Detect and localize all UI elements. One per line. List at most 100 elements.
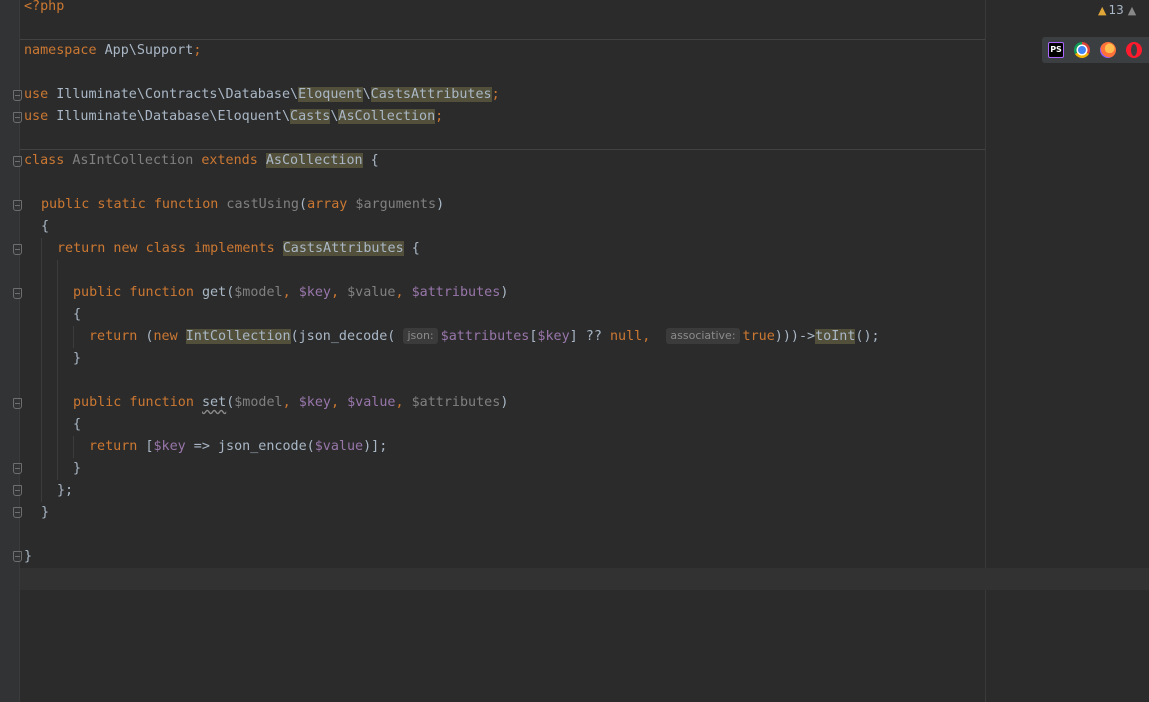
use-separator: \ — [362, 87, 371, 102]
opera-icon[interactable] — [1126, 42, 1142, 58]
code-line[interactable]: return [$key => json_encode($value)]; — [89, 436, 387, 458]
function-call: json_decode( — [298, 329, 396, 344]
weak-warning-icon: ▲ — [1127, 4, 1137, 17]
brace: } — [73, 461, 82, 476]
fold-marker[interactable] — [13, 288, 22, 299]
method-modifiers: public function — [73, 285, 194, 300]
param: $model — [234, 395, 283, 410]
warning-count: 13 — [1108, 3, 1124, 17]
return-keyword: return — [89, 439, 138, 454]
variable: $attributes — [440, 329, 530, 344]
use-keyword: use — [24, 87, 49, 102]
operator: ] ?? — [569, 329, 610, 344]
fold-marker[interactable] — [13, 244, 22, 255]
fold-marker[interactable] — [13, 112, 22, 123]
class-reference: IntCollection — [185, 329, 291, 344]
parent-class: AsCollection — [265, 153, 363, 168]
fold-marker[interactable] — [13, 463, 22, 474]
type-hint: array — [307, 197, 348, 212]
return-keywords: return new class implements — [57, 241, 275, 256]
php-open-tag: <?php — [24, 0, 65, 14]
paren: ) — [436, 197, 445, 212]
fold-marker[interactable] — [13, 200, 22, 211]
code-line[interactable]: { — [73, 414, 81, 436]
fold-marker[interactable] — [13, 507, 22, 518]
param: $model — [234, 285, 283, 300]
code-line[interactable]: } — [73, 458, 81, 480]
warning-icon: ▲ — [1098, 4, 1107, 17]
parameter-hint: json: — [403, 328, 438, 344]
code-line[interactable]: return (new IntCollection(json_decode( j… — [89, 326, 880, 348]
fold-marker[interactable] — [13, 90, 22, 101]
param: $key — [298, 285, 331, 300]
code-line[interactable]: } — [41, 502, 49, 524]
method-call: toInt — [815, 329, 856, 344]
call-end: )]; — [363, 439, 388, 454]
indent-guide — [41, 238, 42, 502]
code-line[interactable]: }; — [57, 480, 73, 502]
function-call: => json_encode( — [185, 439, 315, 454]
brace: { — [73, 307, 82, 322]
code-line[interactable]: public function set($model, $key, $value… — [73, 392, 508, 414]
fold-marker[interactable] — [13, 398, 22, 409]
code-line[interactable]: use Illuminate\Database\Eloquent\Casts\A… — [24, 106, 443, 128]
right-margin-guide — [985, 0, 986, 702]
null-literal: null — [609, 329, 643, 344]
call-end: (); — [855, 329, 880, 344]
method-modifiers: public static function — [41, 197, 219, 212]
brace: } — [41, 505, 50, 520]
highlighted-identifier: Eloquent — [298, 87, 363, 102]
namespace-keyword: namespace — [24, 43, 97, 58]
param: $value — [347, 285, 396, 300]
param: $attributes — [411, 285, 501, 300]
class-keyword: class — [24, 153, 65, 168]
inspection-widget[interactable]: ▲ 13 ▲ — [1098, 0, 1136, 20]
use-path: Illuminate\Contracts\Database\ — [48, 87, 299, 102]
code-line[interactable]: return new class implements CastsAttribu… — [57, 238, 420, 260]
indent-guide — [73, 436, 74, 458]
method-name: get — [193, 285, 227, 300]
editor-gutter — [0, 0, 20, 702]
bracket: [ — [137, 439, 154, 454]
variable: $value — [314, 439, 364, 454]
code-line[interactable]: <?php — [24, 0, 64, 18]
code-line[interactable]: { — [41, 216, 49, 238]
code-line[interactable]: public static function castUsing(array $… — [41, 194, 444, 216]
fold-marker[interactable] — [13, 485, 22, 496]
namespace-name: App\Support — [96, 43, 194, 58]
param: $key — [298, 395, 331, 410]
fold-marker[interactable] — [13, 551, 22, 562]
class-name: AsIntCollection — [64, 153, 202, 168]
semicolon: ; — [491, 87, 500, 102]
param: $attributes — [411, 395, 501, 410]
method-name: set — [202, 395, 227, 410]
code-line[interactable]: } — [24, 546, 32, 568]
indent-guide — [73, 326, 74, 348]
variable: $key — [153, 439, 186, 454]
caret-row-highlight — [20, 568, 1149, 590]
extends-keyword: extends — [201, 153, 258, 168]
fold-marker[interactable] — [13, 156, 22, 167]
brace: } — [24, 549, 33, 564]
code-line[interactable]: } — [73, 348, 81, 370]
chrome-icon[interactable] — [1074, 42, 1090, 58]
highlighted-identifier: Casts — [290, 109, 331, 124]
phpstorm-icon[interactable]: PS — [1048, 42, 1064, 58]
brace: { — [73, 417, 82, 432]
highlighted-identifier: AsCollection — [338, 109, 436, 124]
param: $arguments — [347, 197, 437, 212]
operator: )))-> — [774, 329, 816, 344]
brace: { — [41, 219, 50, 234]
interface-name: CastsAttributes — [282, 241, 404, 256]
brace: { — [362, 153, 379, 168]
code-line[interactable]: { — [73, 304, 81, 326]
variable: $key — [537, 329, 570, 344]
return-keyword: return — [89, 329, 138, 344]
firefox-icon[interactable] — [1100, 42, 1116, 58]
code-line[interactable]: public function get($model, $key, $value… — [73, 282, 508, 304]
semicolon: ; — [193, 43, 202, 58]
code-line[interactable]: use Illuminate\Contracts\Database\Eloque… — [24, 84, 500, 106]
code-line[interactable]: namespace App\Support; — [24, 40, 201, 62]
code-line[interactable]: class AsIntCollection extends AsCollecti… — [24, 150, 379, 172]
method-modifiers: public function — [73, 395, 194, 410]
